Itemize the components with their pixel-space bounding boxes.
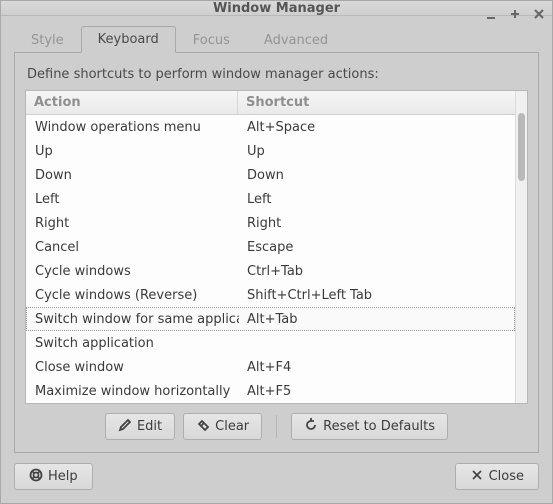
tab-focus[interactable]: Focus	[176, 27, 247, 53]
table-row[interactable]: Close windowAlt+F4	[26, 355, 515, 379]
table-row[interactable]: UpUp	[26, 139, 515, 163]
reset-label: Reset to Defaults	[323, 419, 435, 434]
tab-style[interactable]: Style	[14, 27, 81, 53]
window-controls	[484, 1, 546, 27]
action-bar: Edit Clear Reset to Defaults	[25, 404, 528, 440]
titlebar[interactable]: Window Manager	[1, 1, 552, 16]
table-row[interactable]: LeftLeft	[26, 187, 515, 211]
cell-action: Cycle windows (Reverse)	[27, 288, 239, 303]
clear-icon	[196, 418, 210, 436]
cell-action: Close window	[27, 360, 239, 375]
cell-action: Maximize window horizontally	[27, 384, 239, 399]
window-title: Window Manager	[1, 1, 552, 16]
table-row[interactable]: Switch window for same applicationAlt+Ta…	[26, 307, 515, 331]
edit-label: Edit	[137, 419, 162, 434]
help-label: Help	[48, 469, 78, 484]
cell-shortcut: Left	[239, 192, 514, 207]
close-icon[interactable]	[532, 7, 546, 21]
table-row[interactable]: CancelEscape	[26, 235, 515, 259]
cell-shortcut: Ctrl+Tab	[239, 264, 514, 279]
table-row[interactable]: Cycle windows (Reverse)Shift+Ctrl+Left T…	[26, 283, 515, 307]
close-button[interactable]: Close	[455, 463, 539, 490]
cell-shortcut: Alt+Space	[239, 120, 514, 135]
tab-bar: Style Keyboard Focus Advanced	[14, 26, 539, 53]
reset-button[interactable]: Reset to Defaults	[291, 413, 448, 440]
edit-button[interactable]: Edit	[105, 413, 175, 440]
shortcuts-columns: Action Shortcut Window operations menuAl…	[26, 91, 515, 403]
dialog-footer: Help Close	[14, 463, 539, 490]
scrollbar[interactable]	[515, 91, 527, 403]
cell-shortcut: Alt+Tab	[239, 312, 514, 327]
separator	[276, 415, 277, 438]
cell-action: Switch window for same application	[27, 312, 239, 327]
cell-action: Right	[27, 216, 239, 231]
tab-keyboard[interactable]: Keyboard	[81, 26, 176, 53]
cell-shortcut: Alt+F4	[239, 360, 514, 375]
cell-action: Up	[27, 144, 239, 159]
cell-action: Switch application	[27, 336, 239, 351]
clear-button[interactable]: Clear	[183, 413, 262, 440]
cell-shortcut: Up	[239, 144, 514, 159]
table-row[interactable]: Switch application	[26, 331, 515, 355]
table-row[interactable]: RightRight	[26, 211, 515, 235]
keyboard-panel: Define shortcuts to perform window manag…	[14, 53, 539, 453]
cell-action: Cycle windows	[27, 264, 239, 279]
content-area: Style Keyboard Focus Advanced Define sho…	[1, 16, 552, 503]
cell-shortcut: Alt+F5	[239, 384, 514, 399]
close-x-icon	[470, 468, 484, 486]
panel-description: Define shortcuts to perform window manag…	[27, 67, 526, 82]
revert-icon	[304, 418, 318, 436]
cell-action: Window operations menu	[27, 120, 239, 135]
cell-shortcut: Right	[239, 216, 514, 231]
table-row[interactable]: Window operations menuAlt+Space	[26, 115, 515, 139]
help-icon	[29, 468, 43, 486]
cell-action: Down	[27, 168, 239, 183]
minimize-icon[interactable]	[484, 7, 498, 21]
header-action[interactable]: Action	[26, 91, 238, 114]
shortcuts-table-wrap: Action Shortcut Window operations menuAl…	[25, 90, 528, 404]
tab-advanced[interactable]: Advanced	[247, 27, 345, 53]
cell-action: Left	[27, 192, 239, 207]
cell-shortcut: Down	[239, 168, 514, 183]
pencil-icon	[118, 418, 132, 436]
header-shortcut[interactable]: Shortcut	[238, 91, 515, 114]
table-rows: Window operations menuAlt+SpaceUpUpDownD…	[26, 115, 515, 403]
table-row[interactable]: Maximize window horizontallyAlt+F5	[26, 379, 515, 403]
table-header: Action Shortcut	[26, 91, 515, 115]
clear-label: Clear	[215, 419, 249, 434]
table-row[interactable]: Cycle windowsCtrl+Tab	[26, 259, 515, 283]
shortcuts-table: Action Shortcut Window operations menuAl…	[25, 90, 528, 404]
cell-action: Cancel	[27, 240, 239, 255]
help-button[interactable]: Help	[14, 463, 93, 490]
close-label: Close	[489, 469, 524, 484]
table-row[interactable]: DownDown	[26, 163, 515, 187]
cell-shortcut: Shift+Ctrl+Left Tab	[239, 288, 514, 303]
maximize-icon[interactable]	[508, 7, 522, 21]
window-manager-dialog: Window Manager Style Keyboard Focus Adva…	[0, 0, 553, 504]
cell-shortcut: Escape	[239, 240, 514, 255]
scrollbar-thumb[interactable]	[518, 113, 525, 181]
